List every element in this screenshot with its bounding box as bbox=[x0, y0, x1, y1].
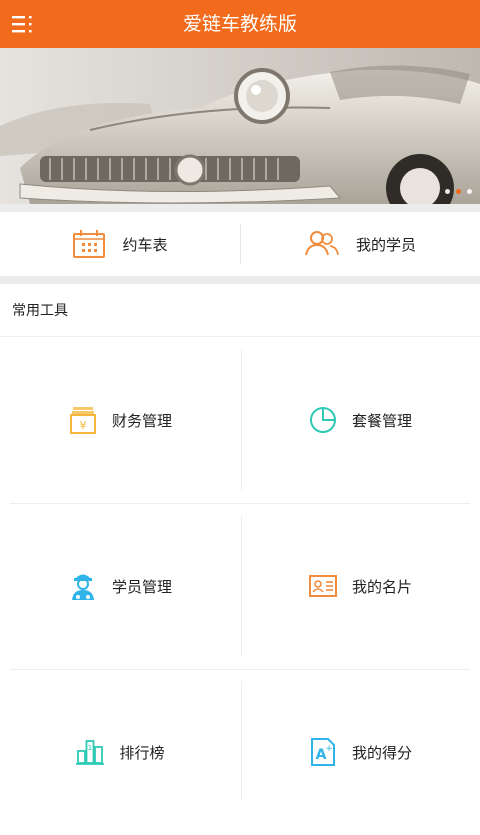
finance-icon: ¥ bbox=[68, 405, 98, 435]
carousel-dot bbox=[467, 189, 472, 194]
svg-text:+: + bbox=[325, 744, 333, 754]
my-score-tile[interactable]: A + 我的得分 bbox=[240, 669, 480, 835]
business-card-tile[interactable]: 我的名片 bbox=[240, 503, 480, 669]
svg-text:1: 1 bbox=[88, 744, 92, 752]
ranking-tile[interactable]: 1 排行榜 bbox=[0, 669, 240, 835]
app-title: 爱链车教练版 bbox=[182, 13, 297, 35]
banner-carousel[interactable] bbox=[0, 48, 480, 204]
section-separator bbox=[0, 276, 480, 284]
package-pie-icon bbox=[308, 405, 338, 435]
business-card-label: 我的名片 bbox=[351, 577, 412, 596]
carousel-indicator bbox=[445, 189, 472, 194]
my-students-label: 我的学员 bbox=[355, 235, 416, 254]
finance-management-tile[interactable]: ¥ 财务管理 bbox=[0, 337, 240, 503]
student-management-label: 学员管理 bbox=[111, 577, 172, 596]
schedule-label: 约车表 bbox=[122, 235, 168, 254]
tools-grid: ¥ 财务管理 套餐管理 学员管理 我的名片 1 排行榜 A + 我的得分 bbox=[0, 337, 480, 800]
banner-car-image bbox=[0, 48, 480, 204]
ranking-icon: 1 bbox=[75, 737, 105, 767]
business-card-icon bbox=[308, 573, 338, 599]
package-management-tile[interactable]: 套餐管理 bbox=[240, 337, 480, 503]
my-score-label: 我的得分 bbox=[351, 743, 412, 762]
quick-actions: 约车表 我的学员 bbox=[0, 212, 480, 276]
carousel-dot bbox=[445, 189, 450, 194]
score-icon: A + bbox=[308, 737, 338, 767]
carousel-dot-active bbox=[456, 189, 461, 194]
section-separator bbox=[0, 204, 480, 212]
student-management-icon bbox=[68, 570, 98, 602]
tools-section-title: 常用工具 bbox=[12, 303, 68, 319]
ranking-label: 排行榜 bbox=[119, 743, 165, 762]
student-management-tile[interactable]: 学员管理 bbox=[0, 503, 240, 669]
package-management-label: 套餐管理 bbox=[351, 411, 412, 430]
my-students-button[interactable]: 我的学员 bbox=[240, 212, 480, 276]
finance-management-label: 财务管理 bbox=[111, 411, 172, 430]
svg-text:¥: ¥ bbox=[79, 419, 86, 432]
top-app-bar: 爱链车教练版 bbox=[0, 0, 480, 48]
schedule-button[interactable]: 约车表 bbox=[0, 212, 240, 276]
students-icon bbox=[304, 229, 340, 259]
calendar-icon bbox=[72, 229, 106, 259]
